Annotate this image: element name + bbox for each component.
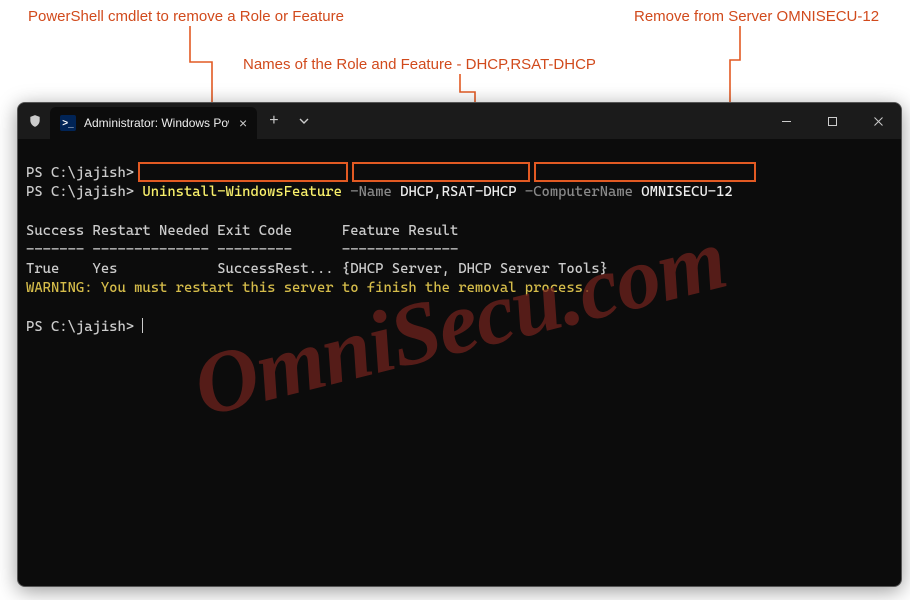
tab-dropdown-icon[interactable] [291,103,317,139]
annotation-names: Names of the Role and Feature - DHCP,RSA… [243,56,596,73]
output-warning: WARNING: You must restart this server to… [26,280,591,296]
shield-icon [18,103,50,139]
annotation-cmdlet: PowerShell cmdlet to remove a Role or Fe… [28,8,344,25]
powershell-icon: >_ [60,115,76,131]
prompt-line-3: PS C:\jajish> [26,319,134,335]
new-tab-button[interactable]: + [257,103,290,139]
cursor-icon [142,318,143,333]
prompt-line-1: PS C:\jajish> [26,165,134,181]
minimize-button[interactable] [763,103,809,139]
prompt-line-2: PS C:\jajish> [26,184,134,200]
highlight-server [534,162,756,182]
titlebar: >_ Administrator: Windows Powe × + [18,103,901,139]
cmd-arg-computer: OMNISECU-12 [641,184,732,200]
output-row: True Yes SuccessRest... {DHCP Server, DH… [26,261,608,277]
annotation-server: Remove from Server OMNISECU-12 [634,8,879,25]
highlight-names [352,162,530,182]
close-button[interactable] [855,103,901,139]
maximize-button[interactable] [809,103,855,139]
active-tab[interactable]: >_ Administrator: Windows Powe × [50,107,257,139]
terminal-body[interactable]: PS C:\jajish> PS C:\jajish> Uninstall-Wi… [18,139,901,496]
cmd-verb: Uninstall-WindowsFeature [142,184,342,200]
output-divider: ------- -------------- --------- -------… [26,242,458,258]
cmd-param-computer: -ComputerName [525,184,633,200]
terminal-window: >_ Administrator: Windows Powe × + PS C:… [17,102,902,587]
tab-title: Administrator: Windows Powe [84,116,229,130]
highlight-cmdlet [138,162,348,182]
cmd-arg-names: DHCP,RSAT-DHCP [400,184,516,200]
output-header: Success Restart Needed Exit Code Feature… [26,223,458,239]
cmd-param-name: -Name [350,184,392,200]
tab-close-icon[interactable]: × [239,115,247,131]
